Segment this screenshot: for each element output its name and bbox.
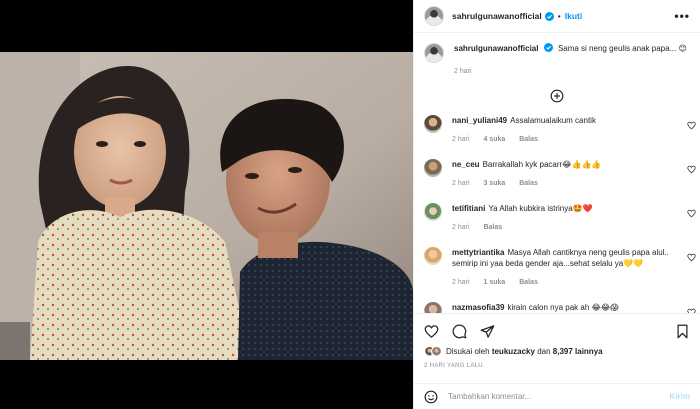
heart-icon[interactable] xyxy=(687,165,696,174)
comment-username[interactable]: tetifitiani xyxy=(452,204,485,213)
post-details-panel: sahrulgunawanofficial • Ikuti ••• sahrul… xyxy=(413,0,700,409)
post-header: sahrulgunawanofficial • Ikuti ••• xyxy=(414,0,700,33)
caption-username[interactable]: sahrulgunawanofficial xyxy=(454,44,538,53)
commenter-avatar[interactable] xyxy=(424,115,442,133)
author-avatar[interactable] xyxy=(424,6,444,26)
load-more-comments[interactable] xyxy=(414,89,700,103)
comment-item: tetifitiani Ya Allah kubkira istrinya🤩❤️ … xyxy=(414,203,700,233)
commenter-avatar[interactable] xyxy=(424,247,442,265)
post-media xyxy=(0,0,413,409)
comment-text: Assalamualaikum cantik xyxy=(510,116,596,125)
likes-summary[interactable]: Disukai oleh teukuzacky dan 8,397 lainny… xyxy=(424,346,690,357)
author-username[interactable]: sahrulgunawanofficial xyxy=(452,11,542,21)
post-photo xyxy=(0,52,413,360)
liker-avatar xyxy=(431,346,442,357)
comment-timestamp[interactable]: 2 hari xyxy=(452,136,470,143)
post-actions: Disukai oleh teukuzacky dan 8,397 lainny… xyxy=(414,313,700,373)
comment-likes[interactable]: 4 suka xyxy=(483,136,505,143)
post-caption: sahrulgunawanofficial Sama si neng geuli… xyxy=(414,33,700,77)
reply-button[interactable]: Balas xyxy=(519,136,538,143)
heart-icon[interactable] xyxy=(687,209,696,218)
plus-circle-icon[interactable] xyxy=(550,89,564,103)
bookmark-icon[interactable] xyxy=(675,324,690,339)
comment-username[interactable]: nani_yuliani49 xyxy=(452,116,507,125)
comment-username[interactable]: mettytriantika xyxy=(452,248,504,257)
heart-icon[interactable] xyxy=(687,253,696,262)
comment-username[interactable]: nazmasofia39 xyxy=(452,303,504,312)
comment-timestamp[interactable]: 2 hari xyxy=(452,180,470,187)
separator-dot: • xyxy=(557,11,561,21)
commenter-avatar[interactable] xyxy=(424,302,442,313)
verified-badge-icon xyxy=(544,11,554,21)
comment-text: kirain calon nya pak ah 😂😂😱 xyxy=(507,303,619,312)
share-icon[interactable] xyxy=(480,324,495,339)
caption-author-avatar[interactable] xyxy=(424,43,444,63)
comment-text: Ya Allah kubkira istrinya🤩❤️ xyxy=(488,204,593,213)
comment-item: ne_ceu Barrakallah kyk pacarr😂👍👍👍 2 hari … xyxy=(414,159,700,189)
follow-button[interactable]: Ikuti xyxy=(565,11,582,21)
emoji-icon[interactable] xyxy=(424,390,438,404)
add-comment-bar: Kirim xyxy=(414,383,700,409)
comment-username[interactable]: ne_ceu xyxy=(452,160,480,169)
comment-likes[interactable]: 1 suka xyxy=(483,279,505,286)
caption-text: Sama si neng geulis anak papa... 😊 xyxy=(557,44,687,53)
heart-icon[interactable] xyxy=(424,324,439,339)
post-comment-button[interactable]: Kirim xyxy=(670,392,690,401)
more-options-icon[interactable]: ••• xyxy=(674,9,690,23)
reply-button[interactable]: Balas xyxy=(483,224,502,231)
liked-by-prefix: Disukai oleh xyxy=(446,347,490,356)
caption-timestamp[interactable]: 2 hari xyxy=(454,68,472,75)
comment-item: mettytriantika Masya Allah cantiknya neng… xyxy=(414,247,700,288)
comment-icon[interactable] xyxy=(452,324,467,339)
comment-timestamp[interactable]: 2 hari xyxy=(452,279,470,286)
comment-timestamp[interactable]: 2 hari xyxy=(452,224,470,231)
comment-item: nani_yuliani49 Assalamualaikum cantik 2 h… xyxy=(414,115,700,145)
verified-badge-icon xyxy=(543,43,553,52)
commenter-avatar[interactable] xyxy=(424,159,442,177)
liked-by-mid: dan xyxy=(537,347,551,356)
comment-item: nazmasofia39 kirain calon nya pak ah 😂😂😱 xyxy=(414,302,700,313)
comment-text: Barrakallah kyk pacarr😂👍👍👍 xyxy=(482,160,602,169)
heart-icon[interactable] xyxy=(687,121,696,130)
commenter-avatar[interactable] xyxy=(424,203,442,221)
liked-by-count[interactable]: 8,397 lainnya xyxy=(553,347,603,356)
instagram-post-view: sahrulgunawanofficial • Ikuti ••• sahrul… xyxy=(0,0,700,409)
comment-likes[interactable]: 3 suka xyxy=(483,180,505,187)
reply-button[interactable]: Balas xyxy=(519,180,538,187)
reply-button[interactable]: Balas xyxy=(519,279,538,286)
post-date[interactable]: 2 HARI YANG LALU xyxy=(424,363,690,369)
comment-input[interactable] xyxy=(448,392,670,401)
comments-list[interactable]: sahrulgunawanofficial Sama si neng geuli… xyxy=(414,33,700,313)
liked-by-user[interactable]: teukuzacky xyxy=(492,347,535,356)
